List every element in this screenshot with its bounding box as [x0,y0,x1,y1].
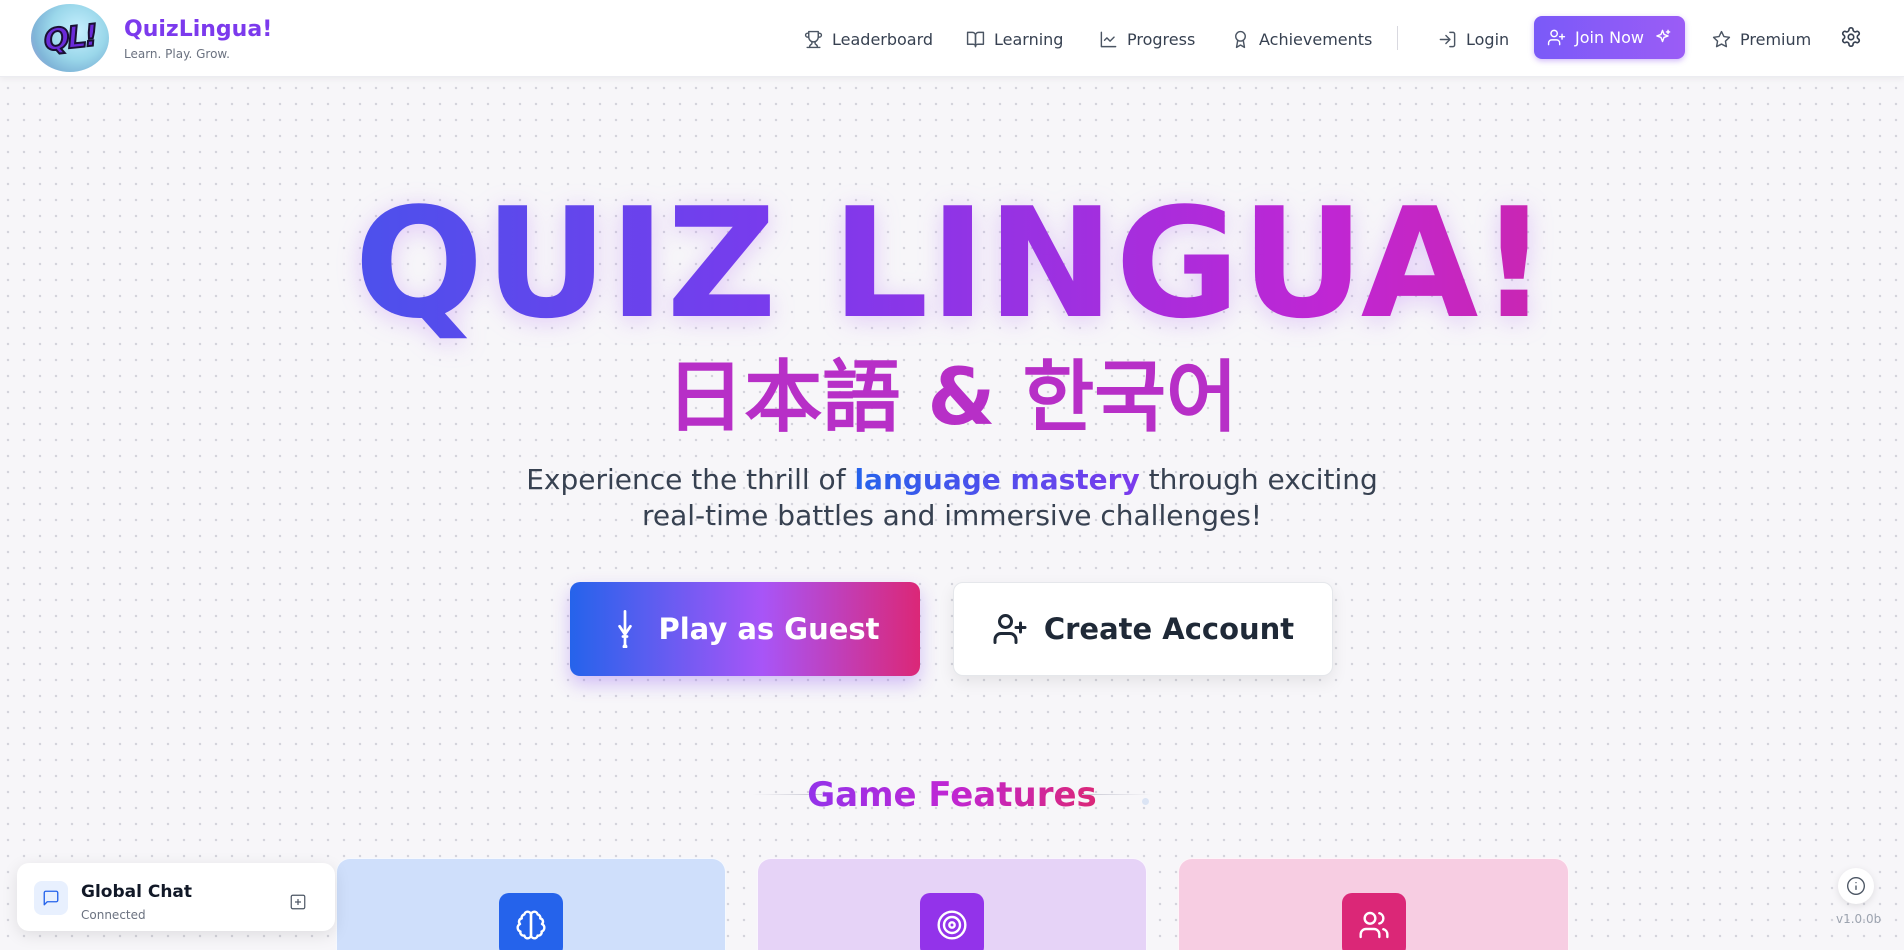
award-icon [1235,30,1246,48]
brand-name[interactable]: QuizLingua! [124,17,272,42]
hero-description: Experience the thrill of language master… [502,462,1402,534]
create-account-label: Create Account [1043,612,1295,646]
chat-icon-wrap [34,881,68,915]
features-heading: Game Features [0,774,1904,816]
user-plus-icon [1547,29,1566,46]
nav-achievements-label: Achievements [1259,29,1373,49]
nav-learning-label: Learning [994,29,1064,49]
chat-status: Connected [81,908,146,922]
star-icon [1712,30,1731,47]
gear-icon [1841,27,1861,47]
plus-square-icon [290,894,306,910]
premium-button[interactable]: Premium [1712,24,1811,54]
play-as-guest-label: Play as Guest [658,612,880,646]
feature-card-brain[interactable] [336,858,726,950]
brand-tagline: Learn. Play. Grow. [124,47,230,61]
create-account-button[interactable]: Create Account [953,582,1333,676]
nav-progress-label: Progress [1127,29,1196,49]
hero-subtitle: 日本語 & 한국어 [666,353,1238,443]
feature-icon-wrap [499,893,563,950]
hero-desc-highlight: language mastery [854,463,1140,496]
nav-leaderboard-label: Leaderboard [832,29,934,49]
hero-title: QUIZ LINGUA! [0,176,1904,351]
settings-button[interactable] [1838,24,1864,50]
premium-label: Premium [1740,29,1812,49]
brand-logo[interactable]: QL! [31,4,109,72]
log-in-icon [1439,31,1456,47]
hero-desc-start: Experience the thrill of [526,463,855,496]
decorative-dot [1142,798,1149,805]
book-open-icon [966,31,985,47]
brain-icon [516,910,546,940]
features-heading-text: Game Features [807,775,1097,815]
feature-card-users[interactable] [1178,858,1569,950]
chat-title: Global Chat [81,882,193,902]
feature-card-target[interactable] [757,858,1147,950]
feature-icon-wrap [920,893,984,950]
info-icon [1847,877,1865,895]
nav-achievements[interactable]: Achievements [1231,24,1372,54]
users-icon [1358,911,1389,939]
feature-icon-wrap [1341,893,1406,950]
line-chart-icon [1100,31,1117,47]
version-label: v1.0.0b [1836,912,1882,926]
heading-divider-right [1082,794,1152,795]
global-chat-widget[interactable]: Global Chat Connected [17,863,335,931]
join-now-button[interactable]: Join Now [1534,16,1685,59]
join-now-label: Join Now [1574,28,1645,47]
top-nav-bar: QL! QuizLingua! Learn. Play. Grow. Leade… [0,0,1904,77]
login-button[interactable]: Login [1438,24,1509,54]
trophy-icon [804,30,823,48]
nav-progress[interactable]: Progress [1099,24,1195,54]
nav-divider [1397,26,1398,50]
chat-expand-button[interactable] [289,893,307,911]
target-icon [937,910,967,940]
info-button[interactable] [1838,868,1874,904]
message-square-icon [43,890,59,906]
nav-leaderboard[interactable]: Leaderboard [804,24,933,54]
user-plus-icon [993,614,1027,644]
nav-learning[interactable]: Learning [966,24,1063,54]
sword-icon [618,610,633,648]
login-label: Login [1466,29,1510,49]
logo-text: QL! [41,17,99,59]
play-as-guest-button[interactable]: Play as Guest [570,582,920,676]
sparkles-icon [1656,29,1671,43]
